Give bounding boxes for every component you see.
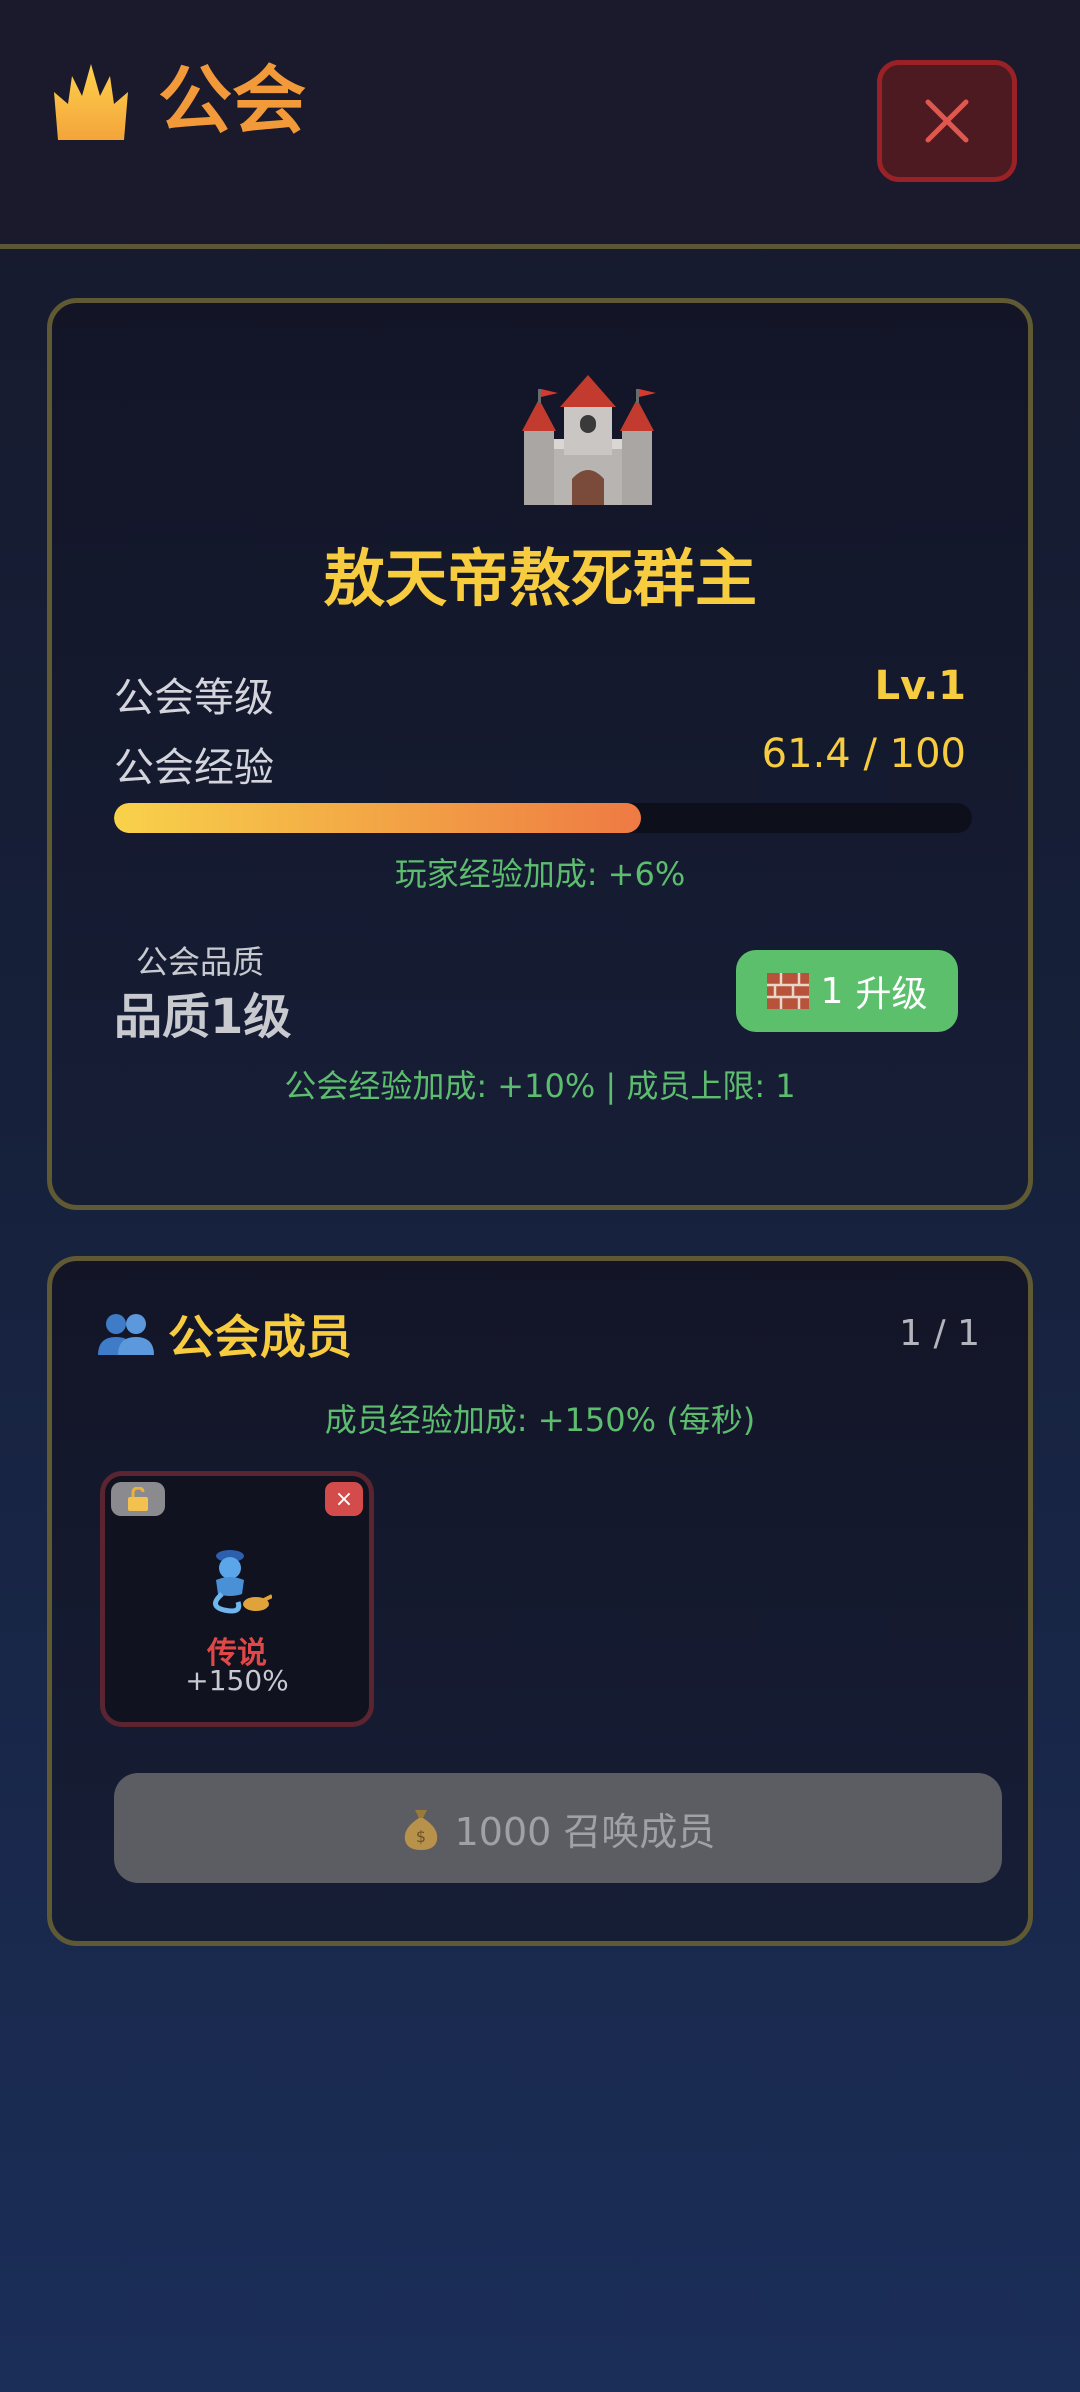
guild-level-label: 公会等级	[114, 675, 274, 721]
guild-members-card: 公会成员 1 / 1 成员经验加成: +150% (每秒) × 传说 +150%…	[47, 1256, 1033, 1946]
brick-icon	[766, 973, 809, 1009]
close-button[interactable]	[877, 60, 1017, 182]
members-header: 公会成员	[98, 1301, 352, 1367]
upgrade-button[interactable]: 1 升级	[736, 950, 958, 1032]
summon-label: 1000 召唤成员	[454, 1809, 716, 1854]
unlock-icon	[128, 1487, 148, 1511]
upgrade-label: 升级	[855, 974, 928, 1015]
close-icon	[925, 99, 969, 143]
guild-info-card: 敖天帝熬死群主 公会等级 Lv.1 公会经验 61.4 / 100 玩家经验加成…	[47, 298, 1033, 1210]
page-title: 公会	[158, 58, 306, 144]
guild-name: 敖天帝熬死群主	[322, 542, 757, 615]
guild-exp-value: 61.4 / 100	[761, 731, 966, 777]
crown-icon	[54, 64, 128, 140]
member-exp-bonus: 成员经验加成: +150% (每秒)	[324, 1401, 756, 1439]
guild-exp-label: 公会经验	[114, 745, 274, 791]
remove-member-button[interactable]: ×	[325, 1482, 363, 1516]
guild-quality-bonus: 公会经验加成: +10% | 成员上限: 1	[284, 1067, 796, 1105]
lock-toggle[interactable]	[111, 1482, 165, 1516]
header-bar: 公会	[0, 0, 1080, 249]
guild-exp-progress-fill	[114, 803, 641, 833]
summon-member-button[interactable]: $ 1000 召唤成员	[114, 1773, 1002, 1883]
svg-text:$: $	[416, 1827, 426, 1846]
player-exp-bonus: 玩家经验加成: +6%	[394, 855, 686, 893]
member-card[interactable]: × 传说 +150%	[100, 1471, 374, 1727]
members-title: 公会成员	[168, 1310, 352, 1364]
guild-level-value: Lv.1	[874, 663, 966, 709]
member-count: 1 / 1	[899, 1313, 980, 1354]
upgrade-cost: 1	[820, 970, 844, 1012]
genie-icon	[213, 1550, 272, 1614]
castle-icon	[522, 375, 656, 505]
guild-exp-progress-bar	[114, 803, 972, 833]
member-bonus: +150%	[185, 1664, 289, 1697]
people-icon	[98, 1314, 154, 1355]
money-bag-icon: $	[404, 1810, 437, 1850]
guild-quality-value: 品质1级	[114, 989, 292, 1045]
